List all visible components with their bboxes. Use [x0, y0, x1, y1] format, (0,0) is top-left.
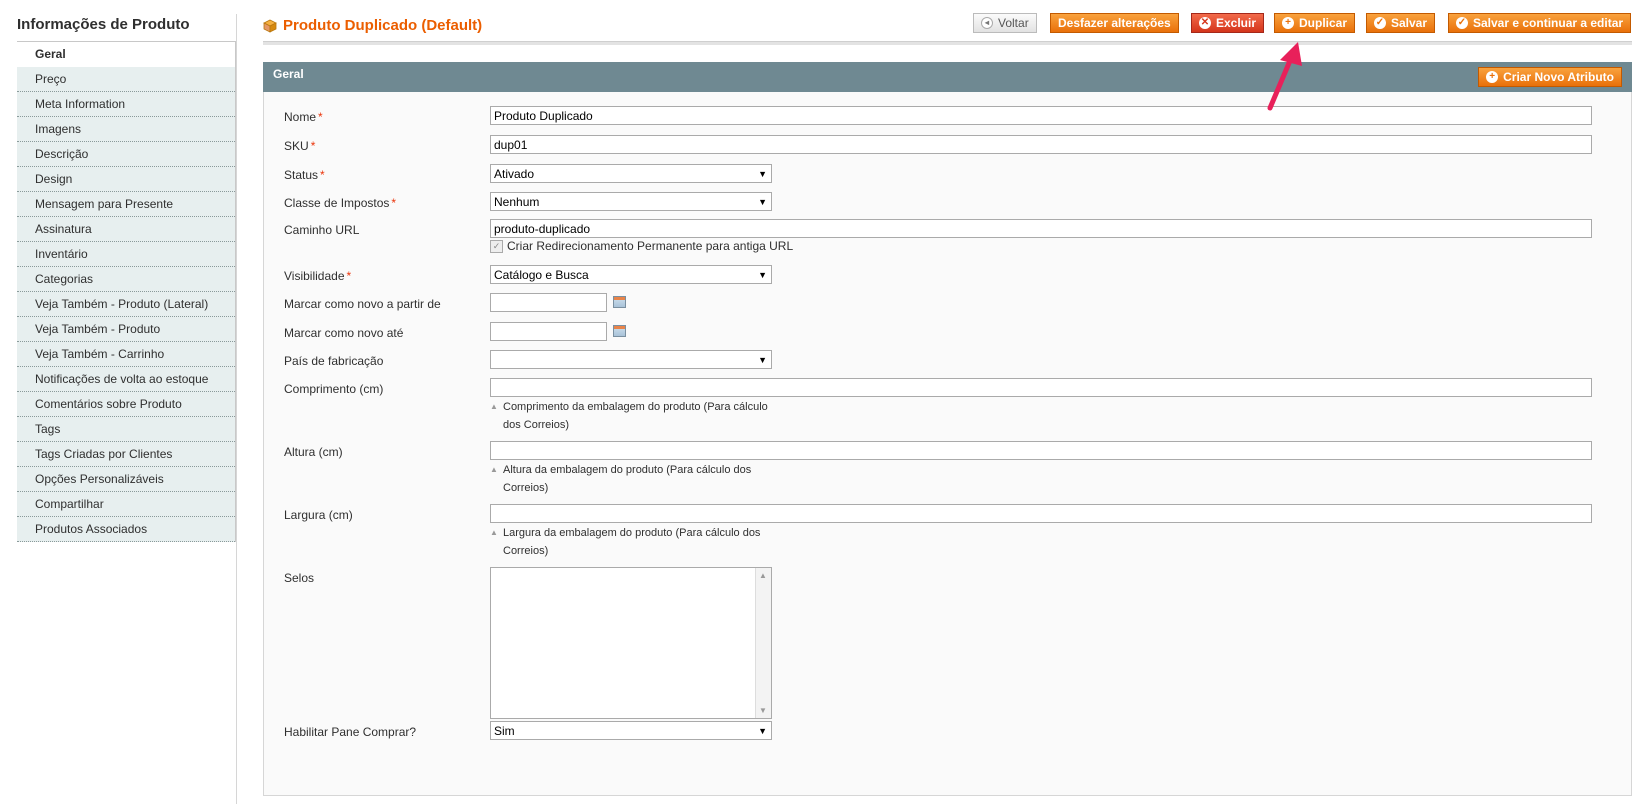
sidebar-item-tags[interactable]: Tags: [17, 417, 235, 442]
length-label: Comprimento (cm): [284, 382, 384, 396]
delete-x-icon: ✕: [1199, 17, 1211, 29]
url-redirect-label: Criar Redirecionamento Permanente para a…: [507, 239, 794, 253]
length-note: ▲ Comprimento da embalagem do produto (P…: [490, 398, 775, 434]
note-triangle-icon: ▲: [490, 465, 498, 474]
sidebar-item-comentarios[interactable]: Comentários sobre Produto: [17, 392, 235, 417]
visibility-label: Visibilidade *: [284, 269, 352, 283]
sidebar-item-mensagem-presente[interactable]: Mensagem para Presente: [17, 192, 235, 217]
box-icon: [263, 19, 277, 33]
seals-multiselect[interactable]: ▲ ▼: [490, 567, 772, 719]
calendar-icon[interactable]: [613, 325, 626, 337]
dropdown-arrow-icon: ▼: [758, 196, 767, 207]
url-key-input[interactable]: [490, 219, 1592, 238]
sidebar-tabs: Geral Preço Meta Information Imagens Des…: [17, 42, 236, 542]
new-to-label: Marcar como novo até: [284, 326, 404, 340]
sidebar-item-meta-information[interactable]: Meta Information: [17, 92, 235, 117]
header-divider: [263, 41, 1632, 45]
sidebar-item-compartilhar[interactable]: Compartilhar: [17, 492, 235, 517]
page-title: Produto Duplicado (Default): [263, 17, 482, 34]
status-label: Status *: [284, 168, 325, 182]
plus-icon: +: [1282, 17, 1294, 29]
height-label: Altura (cm): [284, 445, 343, 459]
sidebar-item-inventario[interactable]: Inventário: [17, 242, 235, 267]
sidebar-item-preco[interactable]: Preço: [17, 67, 235, 92]
product-info-sidebar: Informações de Produto Geral Preço Meta …: [17, 14, 236, 542]
back-arrow-icon: ◂: [981, 17, 993, 29]
sku-label: SKU *: [284, 139, 316, 153]
dropdown-arrow-icon: ▼: [758, 354, 767, 365]
section-header: Geral + Criar Novo Atributo: [263, 62, 1632, 92]
dropdown-arrow-icon: ▼: [758, 725, 767, 736]
new-from-label: Marcar como novo a partir de: [284, 297, 441, 311]
scroll-down-icon: ▼: [759, 706, 767, 715]
sidebar-item-descricao[interactable]: Descrição: [17, 142, 235, 167]
buy-pane-label: Habilitar Pane Comprar?: [284, 725, 417, 739]
check-icon: ✓: [1456, 17, 1468, 29]
nome-label: Nome *: [284, 110, 323, 124]
height-note: ▲ Altura da embalagem do produto (Para c…: [490, 461, 775, 497]
sku-input[interactable]: [490, 135, 1592, 154]
dropdown-arrow-icon: ▼: [758, 168, 767, 179]
url-redirect-checkbox-row: ✓ Criar Redirecionamento Permanente para…: [490, 239, 793, 253]
save-button[interactable]: ✓ Salvar: [1366, 13, 1436, 33]
width-note: ▲ Largura da embalagem do produto (Para …: [490, 524, 775, 560]
width-input[interactable]: [490, 504, 1592, 523]
sidebar-divider: [236, 14, 237, 804]
country-select[interactable]: ▼: [490, 350, 772, 369]
save-continue-button[interactable]: ✓ Salvar e continuar a editar: [1448, 13, 1632, 33]
dropdown-arrow-icon: ▼: [758, 269, 767, 280]
country-label: País de fabricação: [284, 354, 384, 368]
scroll-up-icon: ▲: [759, 571, 767, 580]
delete-button[interactable]: ✕ Excluir: [1191, 13, 1265, 33]
url-label: Caminho URL: [284, 223, 360, 237]
sidebar-item-tags-clientes[interactable]: Tags Criadas por Clientes: [17, 442, 235, 467]
sidebar-item-opcoes-personalizaveis[interactable]: Opções Personalizáveis: [17, 467, 235, 492]
sidebar-item-produtos-associados[interactable]: Produtos Associados: [17, 517, 235, 542]
back-button[interactable]: ◂ Voltar: [973, 13, 1037, 33]
seals-label: Selos: [284, 571, 315, 585]
sidebar-item-notificacoes-estoque[interactable]: Notificações de volta ao estoque: [17, 367, 235, 392]
sidebar-item-assinatura[interactable]: Assinatura: [17, 217, 235, 242]
sidebar-item-imagens[interactable]: Imagens: [17, 117, 235, 142]
check-icon: ✓: [1374, 17, 1386, 29]
new-from-date-input[interactable]: [490, 293, 607, 312]
sidebar-item-categorias[interactable]: Categorias: [17, 267, 235, 292]
sidebar-item-geral[interactable]: Geral: [17, 42, 235, 67]
url-redirect-checkbox[interactable]: ✓: [490, 239, 503, 253]
sidebar-item-veja-tambem-lateral[interactable]: Veja Também - Produto (Lateral): [17, 292, 235, 317]
create-attribute-button[interactable]: + Criar Novo Atributo: [1478, 67, 1622, 87]
visibility-select[interactable]: Catálogo e Busca ▼: [490, 265, 772, 284]
nome-input[interactable]: [490, 106, 1592, 125]
note-triangle-icon: ▲: [490, 528, 498, 537]
length-input[interactable]: [490, 378, 1592, 397]
tax-class-select[interactable]: Nenhum ▼: [490, 192, 772, 211]
status-select[interactable]: Ativado ▼: [490, 164, 772, 183]
sidebar-item-veja-tambem-carrinho[interactable]: Veja Também - Carrinho: [17, 342, 235, 367]
calendar-icon[interactable]: [613, 296, 626, 308]
section-title: Geral: [273, 67, 304, 81]
duplicate-button[interactable]: + Duplicar: [1274, 13, 1356, 33]
tax-class-label: Classe de Impostos *: [284, 196, 397, 210]
sidebar-item-design[interactable]: Design: [17, 167, 235, 192]
height-input[interactable]: [490, 441, 1592, 460]
sidebar-title: Informações de Produto: [17, 14, 236, 42]
page-title-text: Produto Duplicado (Default): [283, 17, 483, 34]
scrollbar[interactable]: ▲ ▼: [755, 568, 771, 718]
new-to-date-input[interactable]: [490, 322, 607, 341]
sidebar-item-veja-tambem-produto[interactable]: Veja Também - Produto: [17, 317, 235, 342]
plus-icon: +: [1486, 71, 1499, 83]
annotation-arrow-icon: [1267, 42, 1302, 111]
note-triangle-icon: ▲: [490, 402, 498, 411]
width-label: Largura (cm): [284, 508, 353, 522]
buy-pane-select[interactable]: Sim ▼: [490, 721, 772, 740]
reset-button[interactable]: Desfazer alterações: [1050, 13, 1179, 33]
